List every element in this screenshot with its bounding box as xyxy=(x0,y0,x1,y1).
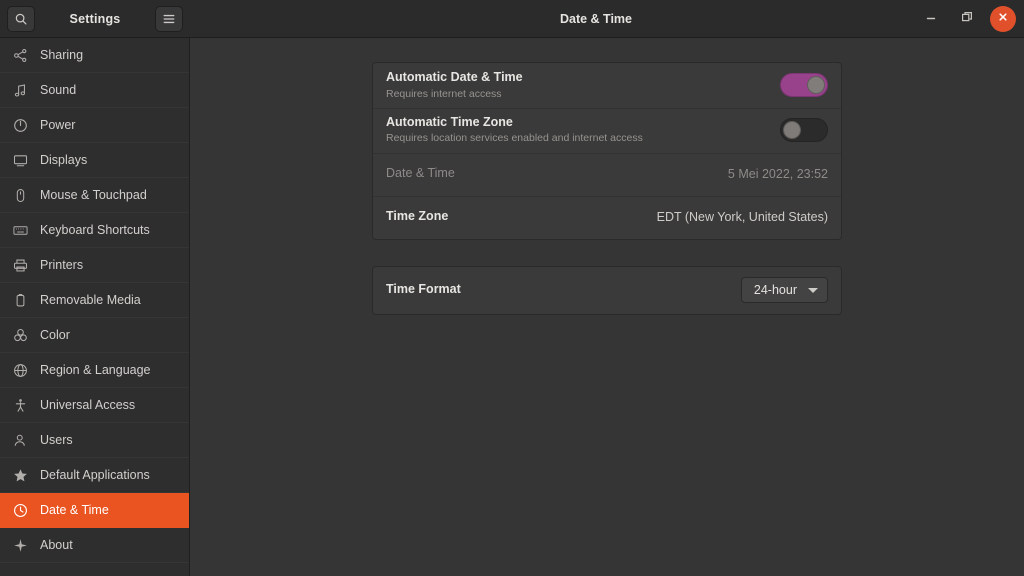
time-format-panel: Time Format 24-hour xyxy=(372,266,842,315)
automatic-date-time-toggle[interactable] xyxy=(780,73,828,97)
maximize-button[interactable] xyxy=(954,6,980,32)
sidebar-item-color[interactable]: Color xyxy=(0,318,189,353)
mouse-icon xyxy=(12,187,29,204)
window-controls xyxy=(918,0,1016,37)
date-time-value: 5 Mei 2022, 23:52 xyxy=(728,167,828,181)
sidebar-item-power[interactable]: Power xyxy=(0,108,189,143)
sidebar-item-removable-media[interactable]: Removable Media xyxy=(0,283,189,318)
row-subtitle: Requires location services enabled and i… xyxy=(386,132,643,145)
row-label: Date & Time xyxy=(386,166,455,182)
automatic-date-time-row[interactable]: Automatic Date & Time Requires internet … xyxy=(373,63,841,108)
sidebar-item-sharing[interactable]: Sharing xyxy=(0,38,189,73)
toggle-knob xyxy=(807,76,825,94)
sidebar-item-mouse-touchpad[interactable]: Mouse & Touchpad xyxy=(0,178,189,213)
titlebar-main-section: Date & Time xyxy=(190,0,1024,37)
sidebar-item-label: Users xyxy=(40,434,73,447)
date-time-value-row: Date & Time 5 Mei 2022, 23:52 xyxy=(373,153,841,196)
sidebar-item-label: Keyboard Shortcuts xyxy=(40,224,150,237)
sidebar-item-label: Date & Time xyxy=(40,504,109,517)
clock-icon xyxy=(12,502,29,519)
minimize-button[interactable] xyxy=(918,6,944,32)
time-format-value: 24-hour xyxy=(754,283,797,297)
row-subtitle: Requires internet access xyxy=(386,88,523,101)
window-body: Sharing Sound Power xyxy=(0,38,1024,576)
row-text: Automatic Time Zone Requires location se… xyxy=(386,115,643,146)
globe-icon xyxy=(12,362,29,379)
automatic-time-zone-row[interactable]: Automatic Time Zone Requires location se… xyxy=(373,108,841,153)
accessibility-icon xyxy=(12,397,29,414)
time-zone-row[interactable]: Time Zone EDT (New York, United States) xyxy=(373,196,841,239)
minimize-icon xyxy=(925,10,937,28)
share-icon xyxy=(12,47,29,64)
sidebar-item-label: Printers xyxy=(40,259,83,272)
sidebar-item-label: Universal Access xyxy=(40,399,135,412)
sidebar-item-keyboard-shortcuts[interactable]: Keyboard Shortcuts xyxy=(0,213,189,248)
close-button[interactable] xyxy=(990,6,1016,32)
music-note-icon xyxy=(12,82,29,99)
sidebar-item-label: Removable Media xyxy=(40,294,141,307)
color-icon xyxy=(12,327,29,344)
titlebar: Settings Date & Time xyxy=(0,0,1024,38)
printer-icon xyxy=(12,257,29,274)
toggle-knob xyxy=(783,121,801,139)
time-format-dropdown[interactable]: 24-hour xyxy=(741,277,828,303)
display-icon xyxy=(12,152,29,169)
sidebar-item-users[interactable]: Users xyxy=(0,423,189,458)
sidebar-item-date-time[interactable]: Date & Time xyxy=(0,493,189,528)
removable-media-icon xyxy=(12,292,29,309)
sidebar-item-region-language[interactable]: Region & Language xyxy=(0,353,189,388)
row-label: Time Zone xyxy=(386,209,448,225)
sidebar-item-sound[interactable]: Sound xyxy=(0,73,189,108)
keyboard-icon xyxy=(12,222,29,239)
time-zone-value: EDT (New York, United States) xyxy=(657,210,828,224)
sidebar-item-label: Default Applications xyxy=(40,469,150,482)
sidebar: Sharing Sound Power xyxy=(0,38,190,576)
sidebar-item-about[interactable]: About xyxy=(0,528,189,563)
row-title: Automatic Time Zone xyxy=(386,115,643,131)
row-title: Automatic Date & Time xyxy=(386,70,523,86)
row-text: Automatic Date & Time Requires internet … xyxy=(386,70,523,101)
titlebar-sidebar-section: Settings xyxy=(0,0,190,37)
sidebar-item-universal-access[interactable]: Universal Access xyxy=(0,388,189,423)
sidebar-item-default-applications[interactable]: Default Applications xyxy=(0,458,189,493)
star-icon xyxy=(12,467,29,484)
power-icon xyxy=(12,117,29,134)
row-label: Time Format xyxy=(386,282,461,298)
time-format-row: Time Format 24-hour xyxy=(373,267,841,314)
page-title: Date & Time xyxy=(168,12,1024,26)
sidebar-item-label: About xyxy=(40,539,73,552)
sidebar-item-printers[interactable]: Printers xyxy=(0,248,189,283)
sidebar-item-label: Mouse & Touchpad xyxy=(40,189,147,202)
sidebar-item-label: Sound xyxy=(40,84,76,97)
main-content: Automatic Date & Time Requires internet … xyxy=(190,38,1024,576)
sidebar-item-displays[interactable]: Displays xyxy=(0,143,189,178)
date-time-panel: Automatic Date & Time Requires internet … xyxy=(372,62,842,240)
settings-content: Automatic Date & Time Requires internet … xyxy=(372,38,842,315)
sidebar-item-label: Color xyxy=(40,329,70,342)
settings-window: Settings Date & Time xyxy=(0,0,1024,576)
search-button[interactable] xyxy=(7,6,35,32)
automatic-time-zone-toggle[interactable] xyxy=(780,118,828,142)
sidebar-item-label: Sharing xyxy=(40,49,83,62)
maximize-icon xyxy=(961,10,973,28)
sidebar-item-label: Power xyxy=(40,119,75,132)
sidebar-title: Settings xyxy=(35,12,155,26)
users-icon xyxy=(12,432,29,449)
sparkle-icon xyxy=(12,537,29,554)
search-icon xyxy=(14,12,28,26)
sidebar-item-label: Region & Language xyxy=(40,364,151,377)
chevron-down-icon xyxy=(808,288,818,293)
close-icon xyxy=(997,10,1009,28)
sidebar-item-label: Displays xyxy=(40,154,87,167)
